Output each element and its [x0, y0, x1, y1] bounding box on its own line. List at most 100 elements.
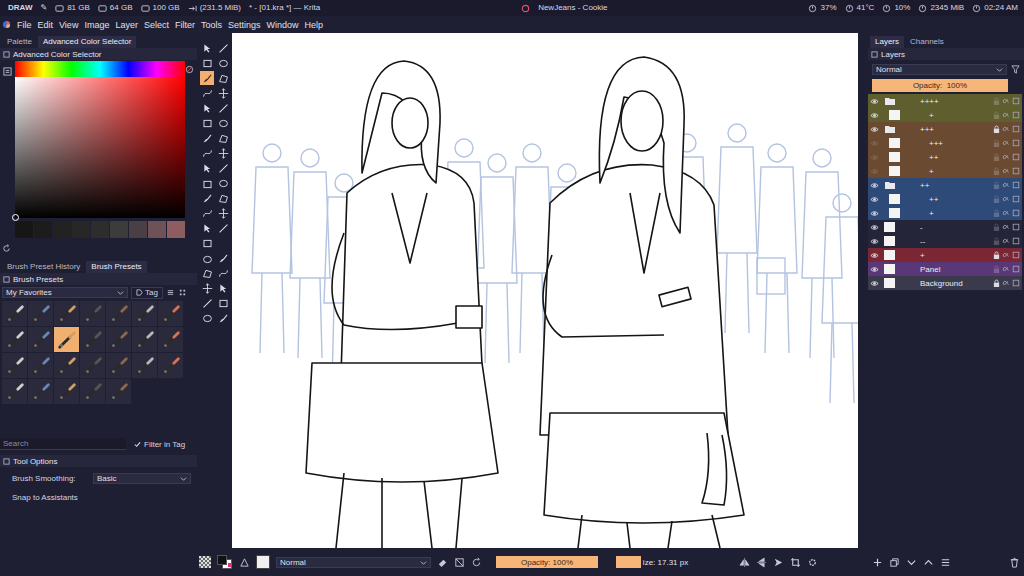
size-slider[interactable]: ize: 17.31 px — [616, 556, 729, 568]
tool-button[interactable] — [216, 71, 230, 85]
layer-properties-icon[interactable] — [1012, 167, 1020, 175]
lock-icon[interactable] — [993, 153, 1000, 162]
lock-icon[interactable] — [993, 139, 1000, 148]
brush-preset[interactable] — [2, 353, 27, 378]
menu-item[interactable]: Layer — [115, 20, 138, 30]
wrap-icon[interactable] — [773, 557, 784, 568]
layer-properties-icon[interactable] — [1012, 195, 1020, 203]
tool-button[interactable] — [200, 146, 214, 160]
menu-item[interactable]: Filter — [175, 20, 195, 30]
brush-preset[interactable] — [2, 301, 27, 326]
tool-button[interactable] — [216, 116, 230, 130]
menu-item[interactable]: Settings — [228, 20, 261, 30]
now-playing[interactable]: NewJeans - Cookie — [521, 3, 607, 13]
eye-icon[interactable] — [870, 195, 879, 204]
tool-button[interactable] — [200, 56, 214, 70]
brush-preset[interactable] — [54, 353, 79, 378]
layer-blend-dropdown[interactable]: Normal — [872, 64, 1007, 75]
eye-icon[interactable] — [870, 167, 879, 176]
eye-icon[interactable] — [870, 209, 879, 218]
tag-dropdown[interactable]: My Favorites — [2, 287, 128, 298]
alpha-inherit-icon[interactable] — [1002, 111, 1010, 119]
color-swatch[interactable] — [72, 221, 90, 238]
eye-icon[interactable] — [870, 139, 879, 148]
dock-tab[interactable]: Palette — [2, 36, 37, 48]
layer-properties-icon[interactable] — [1012, 97, 1020, 105]
tool-button[interactable] — [216, 176, 230, 190]
gradient-icon[interactable] — [239, 557, 250, 568]
brush-preset[interactable] — [132, 353, 157, 378]
layer-row[interactable]: + — [868, 108, 1022, 122]
menu-item[interactable]: Window — [266, 20, 298, 30]
menu-item[interactable]: File — [17, 20, 32, 30]
brush-preset[interactable] — [2, 327, 27, 352]
layer-row[interactable]: Panel — [868, 262, 1022, 276]
foreground-color[interactable] — [217, 555, 227, 565]
brush-preset[interactable] — [158, 353, 183, 378]
dock-tab[interactable]: Advanced Color Selector — [38, 36, 137, 48]
no-color-icon[interactable] — [185, 65, 194, 74]
lock-icon[interactable] — [993, 167, 1000, 176]
layer-properties-icon[interactable] — [1012, 153, 1020, 161]
brush-preset[interactable] — [158, 327, 183, 352]
brush-preset[interactable] — [28, 301, 53, 326]
duplicate-layer-icon[interactable] — [889, 557, 900, 568]
alpha-inherit-icon[interactable] — [1002, 251, 1010, 259]
drawing-canvas[interactable] — [232, 33, 858, 548]
menu-item[interactable]: Image — [84, 20, 109, 30]
brush-preset[interactable] — [80, 379, 105, 404]
dock-tab[interactable]: Brush Preset History — [2, 261, 85, 273]
layer-row[interactable]: ++ — [868, 192, 1022, 206]
layer-row[interactable]: ++ — [868, 150, 1022, 164]
float-icon[interactable] — [3, 51, 10, 58]
layer-properties-icon[interactable] — [1012, 125, 1020, 133]
lock-icon[interactable] — [993, 125, 1000, 134]
tool-button[interactable] — [200, 71, 214, 85]
lock-icon[interactable] — [993, 181, 1000, 190]
menu-item[interactable]: Help — [305, 20, 324, 30]
color-swatch[interactable] — [148, 221, 166, 238]
tool-button[interactable] — [200, 86, 214, 100]
reload-icon[interactable] — [471, 557, 482, 568]
layer-properties-icon[interactable] — [1012, 223, 1020, 231]
tool-button[interactable] — [216, 56, 230, 70]
eye-icon[interactable] — [870, 125, 879, 134]
tool-button[interactable] — [216, 221, 230, 235]
color-swatch[interactable] — [91, 221, 109, 238]
menu-item[interactable]: Edit — [38, 20, 54, 30]
lock-icon[interactable] — [993, 223, 1000, 232]
float-icon[interactable] — [3, 458, 10, 465]
color-chips[interactable] — [217, 555, 233, 569]
dock-tab[interactable]: Channels — [905, 36, 949, 48]
tool-button[interactable] — [200, 41, 214, 55]
layer-row[interactable]: ++ — [868, 178, 1022, 192]
saturation-value-square[interactable] — [15, 77, 185, 218]
smoothing-dropdown[interactable]: Basic — [93, 473, 191, 484]
refresh-icon[interactable] — [2, 244, 11, 253]
tool-button[interactable] — [200, 179, 214, 190]
tool-button[interactable] — [200, 254, 214, 265]
blend-mode-dropdown[interactable]: Normal — [276, 557, 431, 568]
alpha-inherit-icon[interactable] — [1002, 195, 1010, 203]
lock-icon[interactable] — [993, 97, 1000, 106]
current-brush-icon[interactable] — [256, 555, 270, 569]
tool-button[interactable] — [216, 41, 230, 55]
eye-icon[interactable] — [870, 153, 879, 162]
eye-icon[interactable] — [870, 251, 879, 260]
brush-preset[interactable] — [80, 301, 105, 326]
eye-icon[interactable] — [870, 111, 879, 120]
tool-button[interactable] — [200, 236, 214, 250]
move-up-icon[interactable] — [923, 557, 934, 568]
snap-to-assistants[interactable]: Snap to Assistants — [0, 493, 197, 502]
layer-properties-icon[interactable] — [1012, 237, 1020, 245]
alpha-inherit-icon[interactable] — [1002, 125, 1010, 133]
layer-row[interactable]: + — [868, 206, 1022, 220]
layer-properties-icon[interactable] — [1012, 265, 1020, 273]
brush-preset[interactable] — [132, 327, 157, 352]
brush-preset[interactable] — [28, 379, 53, 404]
opacity-slider[interactable]: Opacity: 100% — [496, 556, 598, 568]
lock-icon[interactable] — [993, 209, 1000, 218]
layer-row[interactable]: Background — [868, 276, 1022, 290]
dock-tab[interactable]: Brush Presets — [86, 261, 146, 273]
brush-preset[interactable] — [54, 301, 79, 326]
